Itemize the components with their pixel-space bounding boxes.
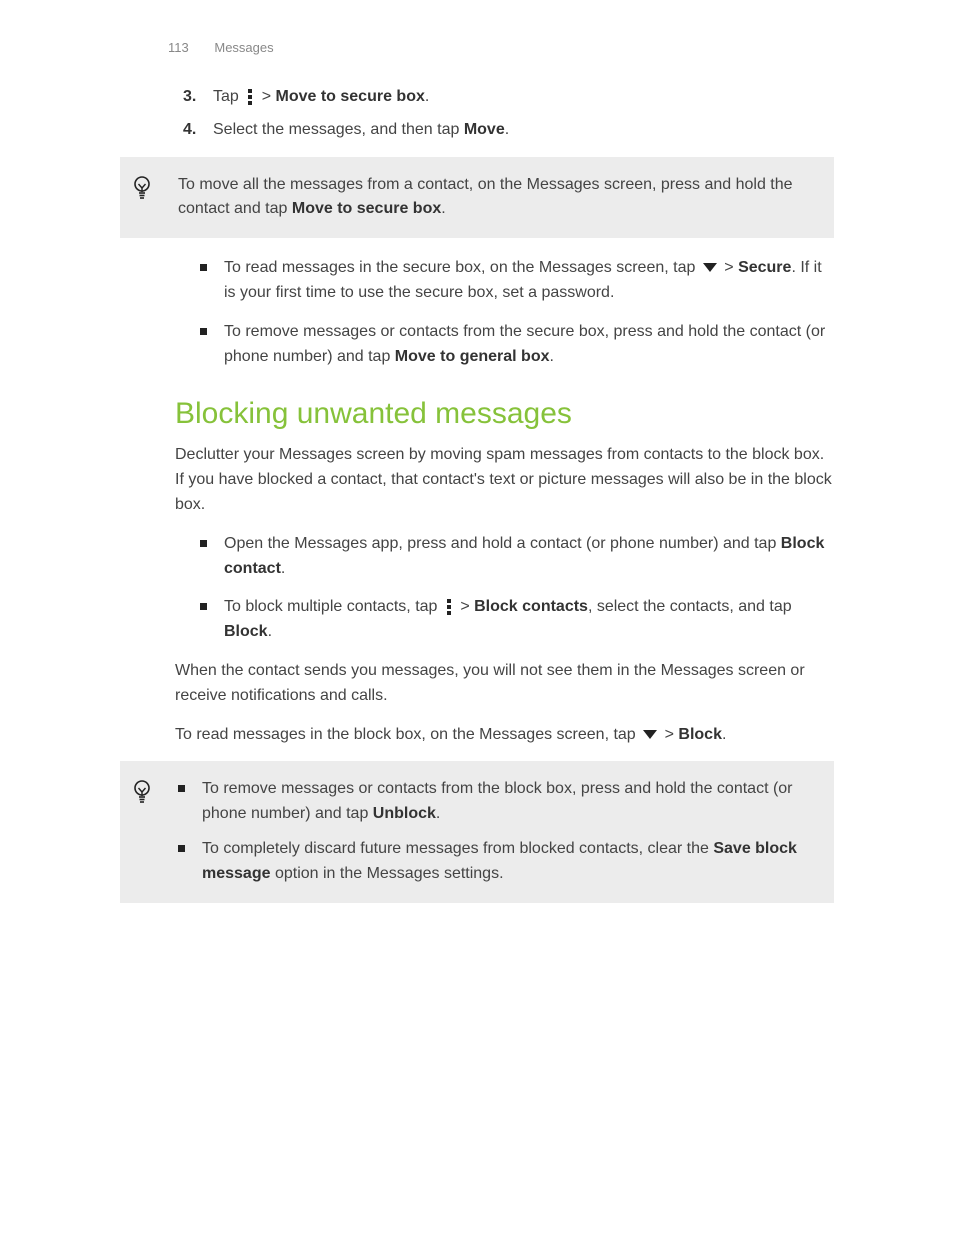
list-item: To completely discard future messages fr…: [178, 837, 814, 887]
bullet-list: To read messages in the secure box, on t…: [200, 256, 834, 369]
list-item: To remove messages or contacts from the …: [200, 320, 834, 370]
step-text: .: [505, 121, 509, 138]
tip-box: To move all the messages from a contact,…: [120, 157, 834, 239]
step-text: Select the messages, and then tap: [213, 121, 464, 138]
body-text: .: [441, 200, 445, 217]
dropdown-icon: [643, 730, 657, 739]
numbered-steps: 3. Tap > Move to secure box. 4. Select t…: [175, 85, 834, 143]
body-text: To remove messages or contacts from the …: [202, 780, 793, 822]
body-bold: Block: [224, 623, 268, 640]
body-bold: Secure: [738, 259, 791, 276]
intro-paragraph: Declutter your Messages screen by moving…: [175, 443, 834, 517]
step-4: 4. Select the messages, and then tap Mov…: [175, 118, 834, 143]
body-text: .: [722, 726, 726, 743]
list-item: To block multiple contacts, tap > Block …: [200, 595, 834, 645]
body-text: >: [456, 598, 474, 615]
body-text: .: [268, 623, 272, 640]
list-item: Open the Messages app, press and hold a …: [200, 532, 834, 582]
overflow-menu-icon: [444, 599, 454, 615]
body-text: >: [720, 259, 738, 276]
bullet-list: To remove messages or contacts from the …: [178, 777, 814, 886]
body-text: .: [281, 560, 285, 577]
step-bold: Move to secure box: [275, 88, 424, 105]
body-text: To completely discard future messages fr…: [202, 840, 713, 857]
overflow-menu-icon: [245, 89, 255, 105]
page-header: 113 Messages: [168, 40, 834, 55]
list-item: To remove messages or contacts from the …: [178, 777, 814, 827]
lightbulb-icon: [132, 779, 164, 810]
body-text: >: [660, 726, 678, 743]
tip-text: To remove messages or contacts from the …: [164, 777, 814, 886]
body-paragraph: To read messages in the block box, on th…: [175, 723, 834, 748]
body-text: , select the contacts, and tap: [588, 598, 792, 615]
body-text: .: [550, 348, 554, 365]
lightbulb-icon: [132, 175, 164, 206]
step-bold: Move: [464, 121, 505, 138]
section-name: Messages: [214, 40, 273, 55]
document-page: 113 Messages 3. Tap > Move to secure box…: [0, 0, 954, 961]
step-text: Tap: [213, 88, 243, 105]
step-text: .: [425, 88, 429, 105]
step-number: 3.: [183, 85, 196, 110]
body-text: Open the Messages app, press and hold a …: [224, 535, 781, 552]
body-bold: Block contacts: [474, 598, 588, 615]
body-text: To read messages in the secure box, on t…: [224, 259, 700, 276]
body-bold: Move to general box: [395, 348, 550, 365]
body-bold: Block: [678, 726, 722, 743]
section-heading: Blocking unwanted messages: [175, 397, 834, 431]
bullet-list: Open the Messages app, press and hold a …: [200, 532, 834, 645]
body-text: To move all the messages from a contact,…: [178, 176, 793, 218]
list-item: To read messages in the secure box, on t…: [200, 256, 834, 306]
step-3: 3. Tap > Move to secure box.: [175, 85, 834, 110]
dropdown-icon: [703, 263, 717, 272]
page-number: 113: [168, 40, 189, 55]
step-number: 4.: [183, 118, 196, 143]
body-bold: Unblock: [373, 805, 436, 822]
body-paragraph: When the contact sends you messages, you…: [175, 659, 834, 709]
tip-text: To move all the messages from a contact,…: [164, 173, 814, 223]
body-text: To read messages in the block box, on th…: [175, 726, 640, 743]
body-bold: Move to secure box: [292, 200, 441, 217]
step-text: >: [257, 88, 275, 105]
tip-box: To remove messages or contacts from the …: [120, 761, 834, 902]
body-text: option in the Messages settings.: [271, 865, 504, 882]
body-text: To block multiple contacts, tap: [224, 598, 442, 615]
body-text: .: [436, 805, 440, 822]
